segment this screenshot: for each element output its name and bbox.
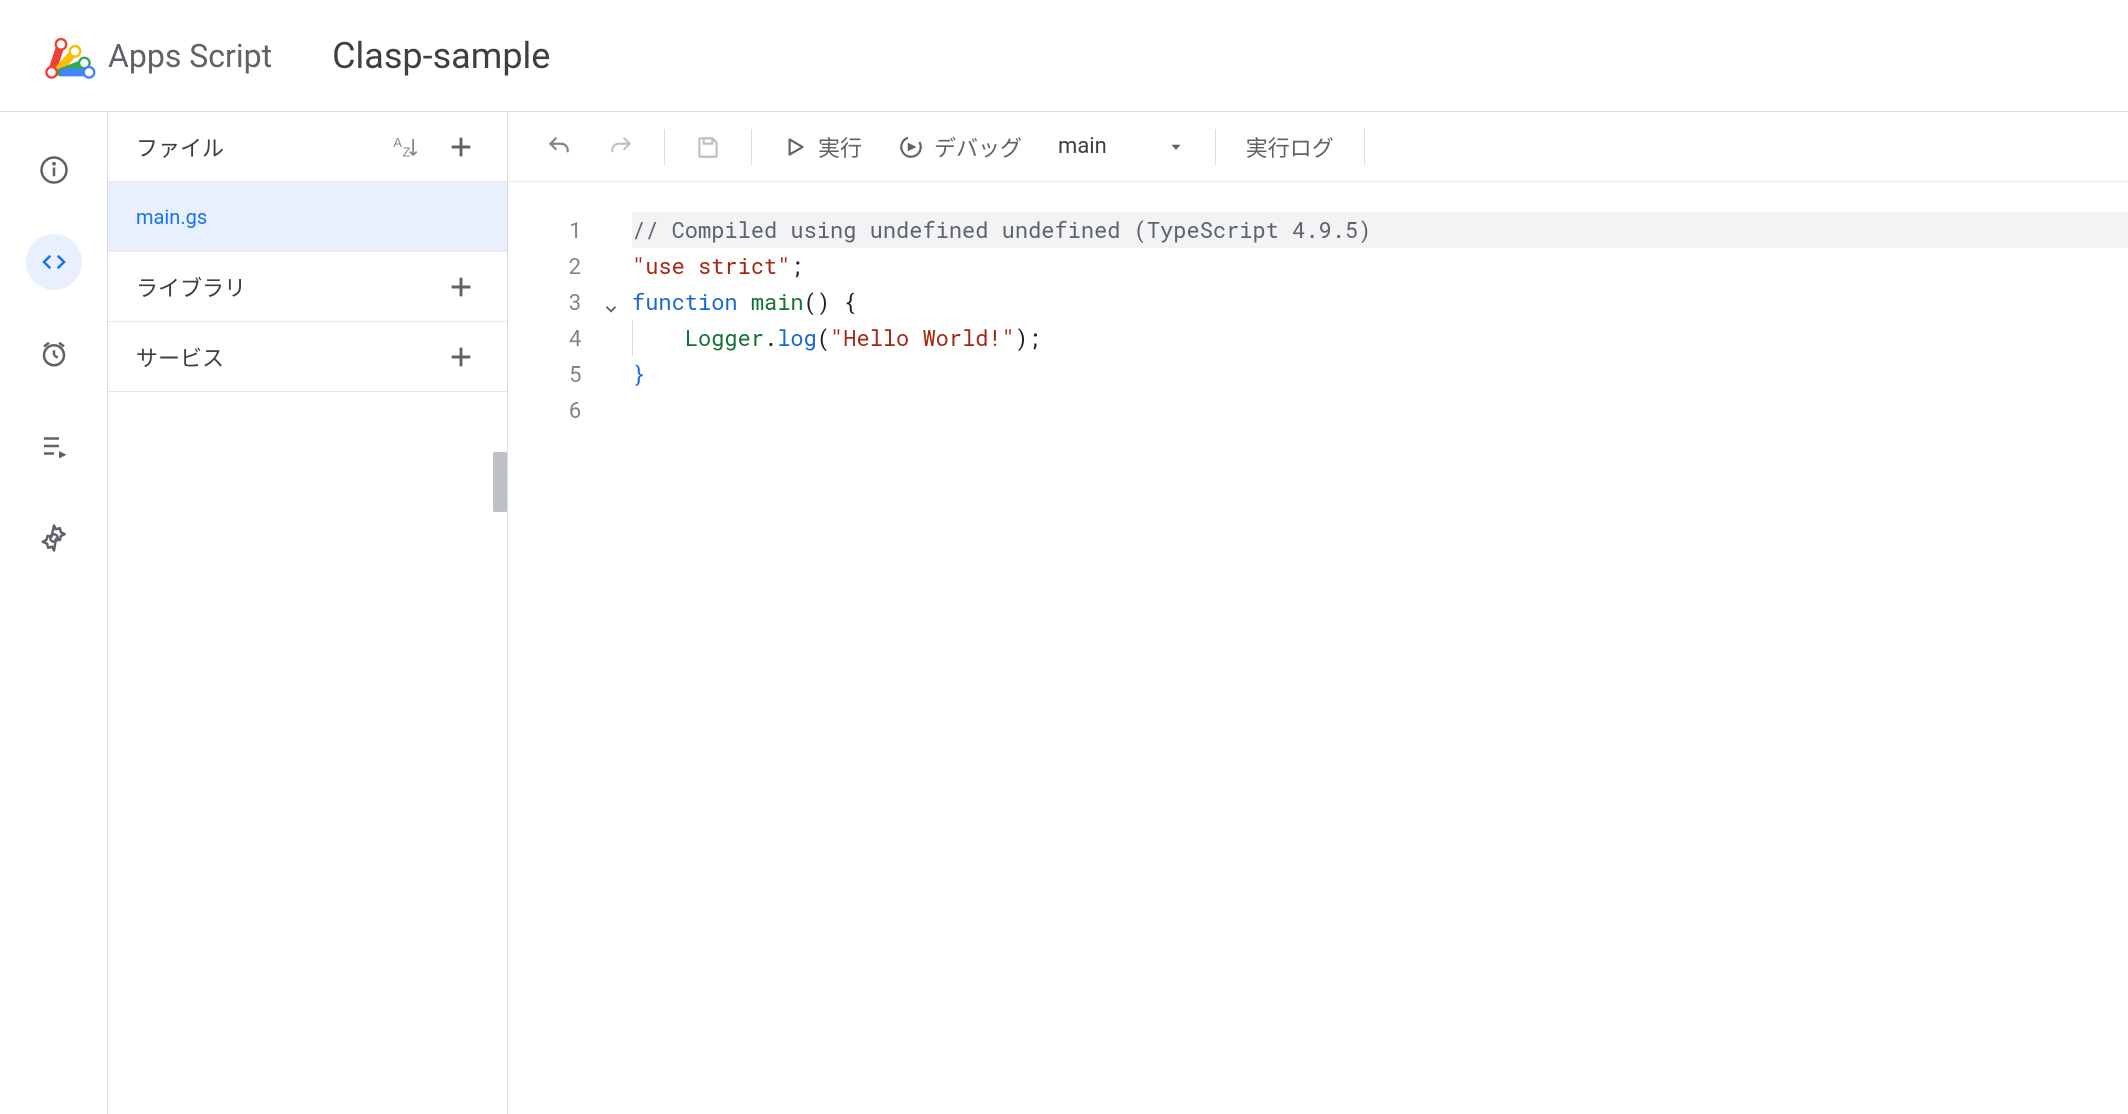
- code-line: }: [632, 356, 2128, 392]
- plus-icon: [447, 133, 475, 161]
- clock-icon: [39, 339, 69, 369]
- code-editor[interactable]: 1 2 3 4 5 6 // Compiled using undefined …: [508, 182, 2128, 1114]
- execution-log-button[interactable]: 実行ログ: [1232, 123, 1348, 171]
- files-section-header: ファイル AZ: [108, 112, 507, 182]
- code-line: "use strict";: [632, 248, 2128, 284]
- function-selected: main: [1058, 134, 1107, 159]
- redo-icon: [608, 134, 634, 160]
- file-panel: ファイル AZ main.gs ライブラリ サービス: [108, 112, 508, 1114]
- editor-area: 実行 デバッグ main 実行ログ 1 2 3 4: [508, 112, 2128, 1114]
- add-library-button[interactable]: [443, 269, 479, 305]
- executions-icon: [39, 431, 69, 461]
- editor-toolbar: 実行 デバッグ main 実行ログ: [508, 112, 2128, 182]
- line-number: 6: [508, 392, 598, 428]
- nav-editor[interactable]: [26, 234, 82, 290]
- files-actions: AZ: [387, 129, 479, 165]
- svg-text:Z: Z: [403, 144, 411, 159]
- redo-button[interactable]: [594, 126, 648, 168]
- fold-toggle[interactable]: [602, 292, 620, 328]
- nav-rail: [0, 112, 108, 1114]
- svg-text:A: A: [393, 135, 402, 150]
- divider: [1215, 129, 1216, 165]
- sort-az-icon: AZ: [391, 133, 419, 161]
- divider: [1364, 129, 1365, 165]
- apps-script-logo-icon: [40, 28, 96, 84]
- debug-button[interactable]: デバッグ: [884, 123, 1036, 171]
- function-selector[interactable]: main: [1044, 126, 1199, 167]
- files-label: ファイル: [136, 131, 224, 163]
- divider: [751, 129, 752, 165]
- plus-icon: [447, 273, 475, 301]
- scrollbar-thumb[interactable]: [493, 452, 507, 512]
- code-content[interactable]: // Compiled using undefined undefined (T…: [598, 212, 2128, 1114]
- code-line: function main() {: [632, 284, 2128, 320]
- line-number: 4: [508, 320, 598, 356]
- main-area: ファイル AZ main.gs ライブラリ サービス: [0, 112, 2128, 1114]
- file-item-main[interactable]: main.gs: [108, 182, 507, 252]
- dropdown-icon: [1167, 138, 1185, 156]
- plus-icon: [447, 343, 475, 371]
- divider: [664, 129, 665, 165]
- line-number: 2: [508, 248, 598, 284]
- code-line: // Compiled using undefined undefined (T…: [632, 212, 2128, 248]
- undo-icon: [546, 134, 572, 160]
- add-file-button[interactable]: [443, 129, 479, 165]
- debug-icon: [898, 134, 924, 160]
- save-button[interactable]: [681, 126, 735, 168]
- libraries-label: ライブラリ: [136, 271, 246, 303]
- nav-settings[interactable]: [26, 510, 82, 566]
- undo-button[interactable]: [532, 126, 586, 168]
- code-line: [632, 392, 2128, 428]
- code-icon: [39, 247, 69, 277]
- add-service-button[interactable]: [443, 339, 479, 375]
- debug-label: デバッグ: [934, 131, 1022, 163]
- nav-overview[interactable]: [26, 142, 82, 198]
- services-section-header: サービス: [108, 322, 507, 392]
- line-number: 5: [508, 356, 598, 392]
- nav-executions[interactable]: [26, 418, 82, 474]
- run-label: 実行: [818, 131, 862, 163]
- logo-area[interactable]: Apps Script: [40, 28, 272, 84]
- app-header: Apps Script Clasp-sample: [0, 0, 2128, 112]
- log-label: 実行ログ: [1246, 131, 1334, 163]
- file-name: main.gs: [136, 205, 207, 229]
- info-icon: [39, 155, 69, 185]
- chevron-down-icon: [602, 300, 620, 318]
- run-button[interactable]: 実行: [768, 123, 876, 171]
- project-name[interactable]: Clasp-sample: [332, 35, 550, 77]
- product-name: Apps Script: [108, 37, 272, 75]
- save-icon: [695, 134, 721, 160]
- line-number: 3: [508, 284, 598, 320]
- nav-triggers[interactable]: [26, 326, 82, 382]
- line-number: 1: [508, 212, 598, 248]
- sort-button[interactable]: AZ: [387, 129, 423, 165]
- code-line: Logger.log("Hello World!");: [632, 320, 2128, 356]
- play-icon: [782, 134, 808, 160]
- gear-icon: [39, 523, 69, 553]
- libraries-section-header: ライブラリ: [108, 252, 507, 322]
- line-gutter: 1 2 3 4 5 6: [508, 212, 598, 1114]
- services-label: サービス: [136, 341, 224, 373]
